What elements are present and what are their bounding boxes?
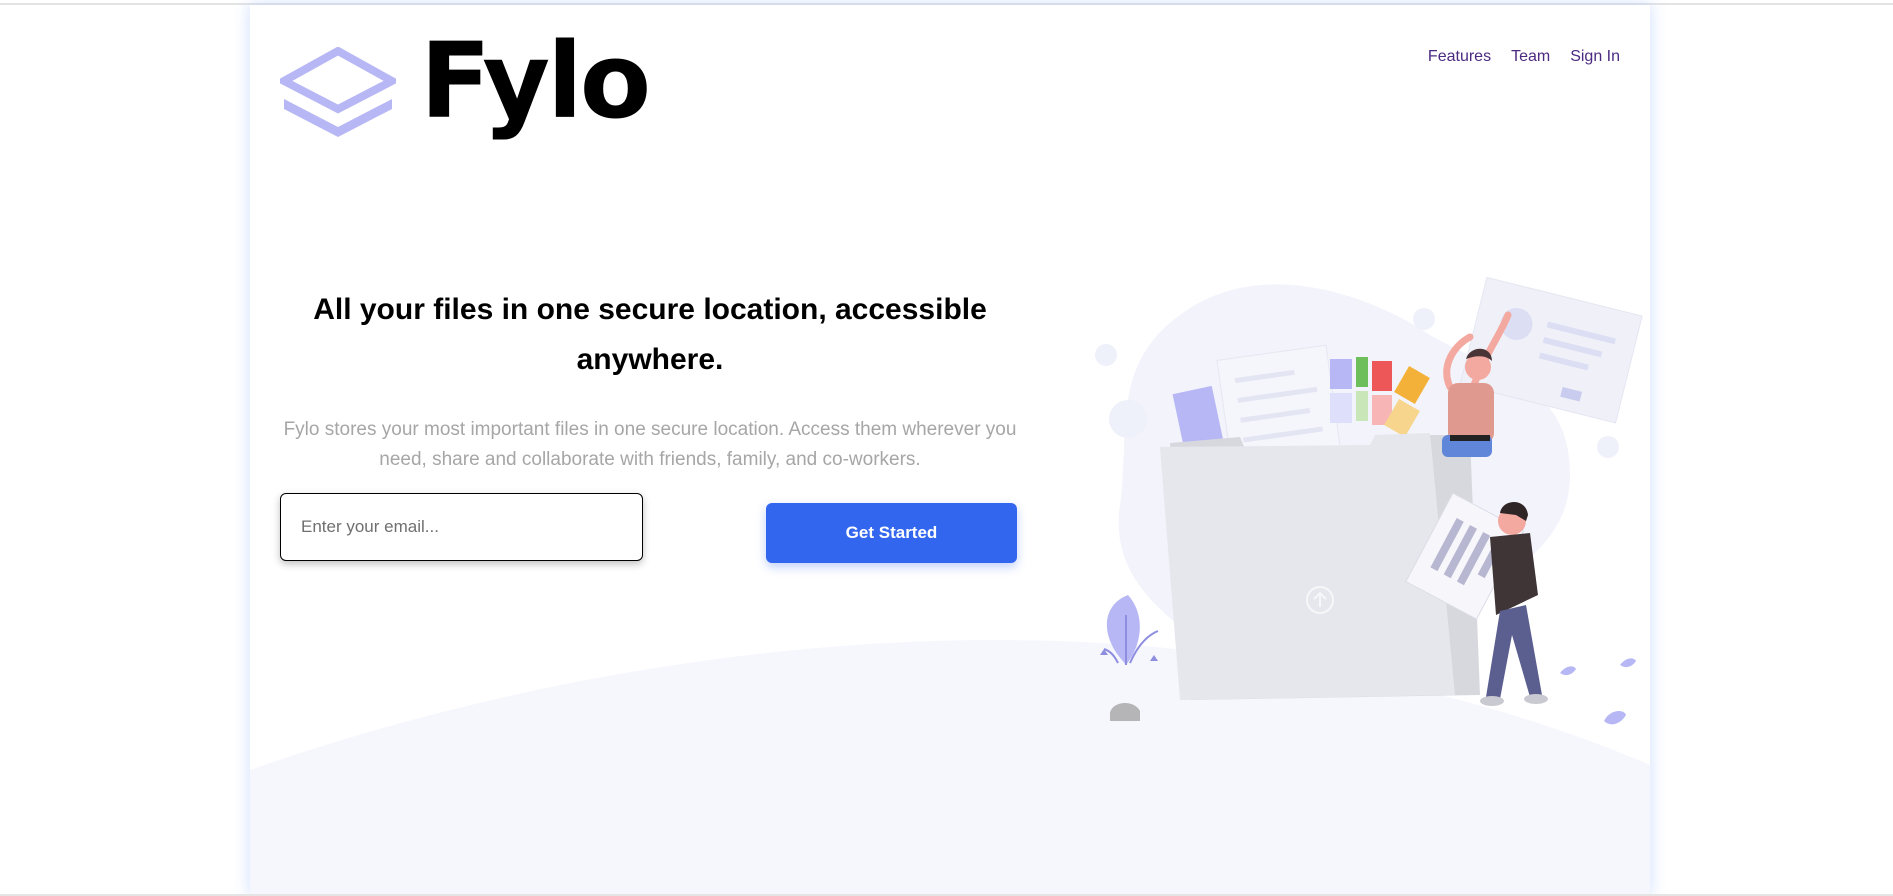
nav-sign-in-link[interactable]: Sign In <box>1570 48 1620 66</box>
hero-subtext: Fylo stores your most important files in… <box>283 419 1017 470</box>
stacked-layers-icon <box>280 47 396 137</box>
nav-team-link[interactable]: Team <box>1511 48 1550 66</box>
hero-headline: All your files in one secure location, a… <box>313 293 987 376</box>
get-started-button[interactable]: Get Started <box>766 503 1017 563</box>
top-nav: Features Team Sign In <box>1428 48 1620 66</box>
brand-name: Fylo <box>420 20 651 142</box>
hero-section: All your files in one secure location, a… <box>280 285 1020 475</box>
landing-page: Fylo Features Team Sign In All your file… <box>250 5 1650 894</box>
brand-logo[interactable]: Fylo <box>280 29 651 153</box>
email-input[interactable] <box>280 493 643 561</box>
file-upload-illustration <box>1095 276 1643 725</box>
nav-features-link[interactable]: Features <box>1428 48 1491 66</box>
